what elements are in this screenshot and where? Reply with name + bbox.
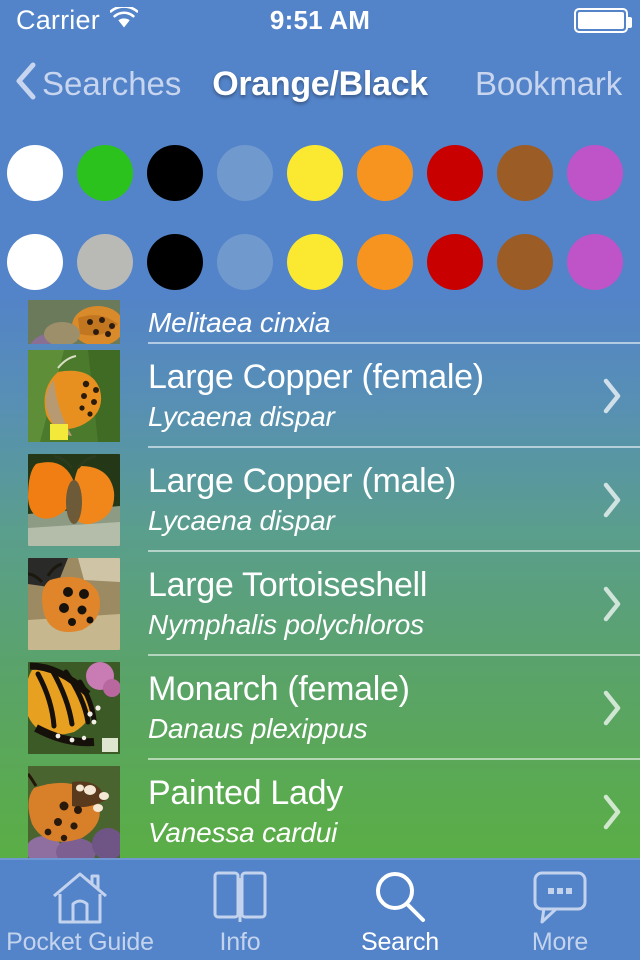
- species-text-block: Monarch (female) Danaus plexippus: [148, 671, 584, 745]
- species-latin-name: Vanessa cardui: [148, 816, 338, 848]
- tab-label: Info: [219, 927, 261, 956]
- species-thumbnail: [28, 662, 120, 754]
- species-text-block: Large Tortoiseshell Nymphalis polychloros: [148, 567, 584, 641]
- species-latin-name: Danaus plexippus: [148, 712, 368, 744]
- tab-label: More: [531, 927, 589, 956]
- swatch-red[interactable]: [427, 145, 483, 201]
- species-thumbnail: [28, 350, 120, 442]
- table-row[interactable]: Large Tortoiseshell Nymphalis polychloros: [0, 552, 640, 656]
- swatch-blue[interactable]: [217, 234, 273, 290]
- table-row[interactable]: Large Copper (female) Lycaena dispar: [0, 344, 640, 448]
- swatch-yellow[interactable]: [287, 234, 343, 290]
- speech-bubble-icon: [532, 868, 588, 926]
- species-thumbnail: [28, 300, 120, 344]
- species-common-name: Large Copper (female): [148, 358, 484, 396]
- chevron-right-icon[interactable]: [584, 793, 640, 831]
- swatch-red[interactable]: [427, 234, 483, 290]
- swatch-white[interactable]: [7, 234, 63, 290]
- species-thumbnail: [28, 454, 120, 546]
- results-list[interactable]: Melitaea cinxia Large Copper (female) Lyc…: [0, 295, 640, 858]
- bookmark-button[interactable]: Bookmark: [475, 65, 622, 103]
- swatch-black[interactable]: [147, 234, 203, 290]
- tab-search[interactable]: Search: [320, 860, 480, 960]
- status-bar: Carrier 9:51 AM: [0, 0, 640, 40]
- chevron-right-icon[interactable]: [584, 585, 640, 623]
- tab-pocket-guide[interactable]: Pocket Guide: [0, 860, 160, 960]
- app-root: Carrier 9:51 AM Searches Orange/Black Bo…: [0, 0, 640, 960]
- swatch-yellow[interactable]: [287, 145, 343, 201]
- species-text-block: Large Copper (female) Lycaena dispar: [148, 359, 584, 433]
- swatch-purple[interactable]: [567, 234, 623, 290]
- tab-bar: Pocket Guide Info Search More: [0, 858, 640, 960]
- species-common-name: Large Copper (male): [148, 462, 457, 500]
- swatch-purple[interactable]: [567, 145, 623, 201]
- swatch-brown[interactable]: [497, 234, 553, 290]
- table-row[interactable]: Monarch (female) Danaus plexippus: [0, 656, 640, 760]
- swatch-orange[interactable]: [357, 234, 413, 290]
- species-thumbnail: [28, 766, 120, 858]
- species-text-block: Melitaea cinxia: [148, 302, 584, 340]
- tab-label: Pocket Guide: [6, 927, 154, 956]
- species-common-name: Large Tortoiseshell: [148, 566, 428, 604]
- swatch-brown[interactable]: [497, 145, 553, 201]
- swatch-blue[interactable]: [217, 145, 273, 201]
- species-latin-name: Melitaea cinxia: [148, 307, 331, 339]
- table-row[interactable]: Melitaea cinxia: [0, 295, 640, 344]
- chevron-right-icon[interactable]: [584, 377, 640, 415]
- tab-info[interactable]: Info: [160, 860, 320, 960]
- table-row[interactable]: Large Copper (male) Lycaena dispar: [0, 448, 640, 552]
- swatch-white[interactable]: [7, 145, 63, 201]
- color-row-secondary: [0, 234, 640, 290]
- house-icon: [50, 868, 110, 926]
- clock-label: 9:51 AM: [269, 4, 371, 35]
- swatch-black[interactable]: [147, 145, 203, 201]
- species-thumbnail: [28, 558, 120, 650]
- status-bar-right: [574, 7, 632, 33]
- navigation-bar: Searches Orange/Black Bookmark: [0, 40, 640, 128]
- color-filter-panel: [0, 128, 640, 295]
- species-latin-name: Nymphalis polychloros: [148, 608, 424, 640]
- swatch-orange[interactable]: [357, 145, 413, 201]
- species-latin-name: Lycaena dispar: [148, 504, 335, 536]
- tab-label: Search: [360, 927, 439, 956]
- species-common-name: Monarch (female): [148, 670, 410, 708]
- color-row-primary: [0, 145, 640, 201]
- species-text-block: Painted Lady Vanessa cardui: [148, 775, 584, 849]
- tab-more[interactable]: More: [480, 860, 640, 960]
- species-text-block: Large Copper (male) Lycaena dispar: [148, 463, 584, 537]
- species-common-name: Painted Lady: [148, 774, 343, 812]
- swatch-grey[interactable]: [77, 234, 133, 290]
- table-row[interactable]: Painted Lady Vanessa cardui: [0, 760, 640, 858]
- chevron-right-icon[interactable]: [584, 481, 640, 519]
- swatch-green[interactable]: [77, 145, 133, 201]
- battery-full-icon: [574, 7, 632, 33]
- magnifier-icon: [371, 868, 429, 926]
- book-icon: [212, 868, 268, 926]
- species-latin-name: Lycaena dispar: [148, 400, 335, 432]
- chevron-right-icon[interactable]: [584, 689, 640, 727]
